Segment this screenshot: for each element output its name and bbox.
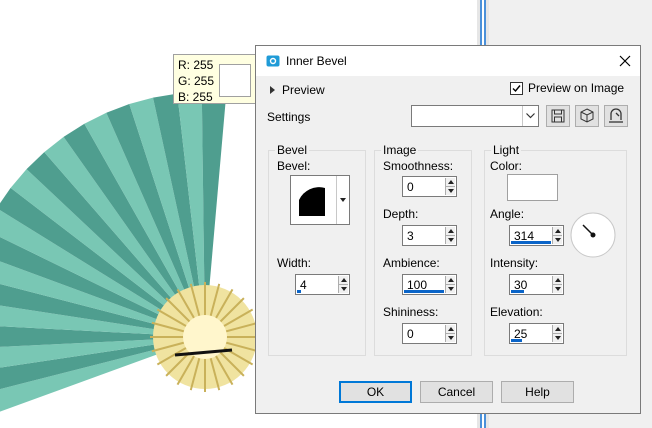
spin-down-icon[interactable]	[553, 285, 562, 293]
spin-down-icon[interactable]	[339, 285, 348, 293]
spin-up-icon[interactable]	[339, 276, 348, 285]
preview-on-image-checkbox[interactable]: Preview on Image	[510, 81, 624, 95]
close-button[interactable]	[610, 46, 640, 76]
title-bar[interactable]: Inner Bevel	[256, 46, 640, 76]
ambience-spinner[interactable]: 100	[402, 274, 457, 295]
smoothness-label: Smoothness:	[383, 159, 454, 173]
checkmark-icon	[512, 84, 521, 92]
depth-value[interactable]: 3	[407, 229, 414, 243]
depth-label: Depth:	[383, 207, 419, 221]
intensity-slider[interactable]	[511, 290, 524, 293]
spin-up-icon[interactable]	[553, 227, 562, 236]
width-spinner[interactable]: 4	[295, 274, 350, 295]
spin-up-icon[interactable]	[446, 276, 455, 285]
ok-button[interactable]: OK	[339, 381, 412, 403]
shininess-spinner[interactable]: 0	[402, 323, 457, 344]
ambience-slider[interactable]	[404, 290, 444, 293]
spin-down-icon[interactable]	[446, 187, 455, 195]
shininess-value[interactable]: 0	[407, 327, 414, 341]
reset-icon	[609, 108, 623, 123]
intensity-spinner[interactable]: 30	[509, 274, 564, 295]
bevel-label: Bevel:	[277, 159, 311, 173]
preview-label: Preview	[282, 83, 325, 97]
elevation-slider[interactable]	[511, 339, 522, 342]
width-slider[interactable]	[297, 290, 301, 293]
save-preset-button[interactable]	[546, 105, 570, 127]
preview-toggle[interactable]: Preview	[270, 82, 325, 98]
spin-down-icon[interactable]	[553, 334, 562, 342]
cube-icon	[580, 108, 594, 123]
blue-value: B: 255	[178, 90, 213, 104]
cancel-button[interactable]: Cancel	[420, 381, 493, 403]
spin-down-icon[interactable]	[446, 236, 455, 244]
angle-dial[interactable]	[569, 211, 617, 259]
image-group-title: Image	[381, 143, 419, 157]
spin-up-icon[interactable]	[553, 325, 562, 334]
spin-down-icon[interactable]	[446, 285, 455, 293]
app-icon	[266, 55, 280, 67]
spin-down-icon[interactable]	[446, 334, 455, 342]
chevron-down-icon[interactable]	[522, 106, 538, 126]
spin-down-icon[interactable]	[553, 236, 562, 244]
save-icon	[551, 109, 565, 123]
bevel-shape-picker[interactable]	[290, 175, 350, 225]
resource-manager-button[interactable]	[575, 105, 599, 127]
expand-arrow-icon	[270, 86, 275, 94]
preview-on-image-label: Preview on Image	[528, 81, 625, 95]
elevation-label: Elevation:	[490, 305, 543, 319]
shininess-label: Shininess:	[383, 305, 439, 319]
reset-button[interactable]	[604, 105, 628, 127]
color-label: Color:	[490, 159, 523, 173]
red-value: R: 255	[178, 58, 214, 72]
spin-up-icon[interactable]	[446, 178, 455, 187]
ambience-label: Ambience:	[383, 256, 440, 270]
light-color-swatch[interactable]	[507, 174, 558, 201]
inner-bevel-dialog: Inner Bevel Preview Preview on Image Set…	[255, 45, 641, 414]
bevel-group-title: Bevel	[275, 143, 310, 157]
dialog-title: Inner Bevel	[286, 54, 347, 68]
angle-label: Angle:	[490, 207, 525, 221]
close-icon	[619, 55, 631, 67]
color-swatch	[219, 64, 251, 97]
spin-up-icon[interactable]	[553, 276, 562, 285]
intensity-label: Intensity:	[490, 256, 539, 270]
smoothness-value[interactable]: 0	[407, 180, 414, 194]
settings-dropdown[interactable]	[411, 105, 539, 127]
angle-slider[interactable]	[511, 241, 551, 244]
help-button[interactable]: Help	[501, 381, 574, 403]
checkbox-box[interactable]	[510, 81, 523, 95]
bevel-shape-icon	[299, 187, 325, 216]
color-tooltip: R: 255 G: 255 B: 255	[173, 54, 259, 104]
width-label: Width:	[277, 256, 312, 270]
width-value[interactable]: 4	[300, 278, 307, 292]
depth-spinner[interactable]: 3	[402, 225, 457, 246]
elevation-spinner[interactable]: 25	[509, 323, 564, 344]
dropdown-arrow-icon[interactable]	[336, 176, 349, 224]
settings-label: Settings	[267, 110, 311, 124]
angle-spinner[interactable]: 314	[509, 225, 564, 246]
green-value: G: 255	[178, 74, 215, 88]
smoothness-spinner[interactable]: 0	[402, 176, 457, 197]
spin-up-icon[interactable]	[446, 325, 455, 334]
light-group-title: Light	[491, 143, 522, 157]
spin-up-icon[interactable]	[446, 227, 455, 236]
